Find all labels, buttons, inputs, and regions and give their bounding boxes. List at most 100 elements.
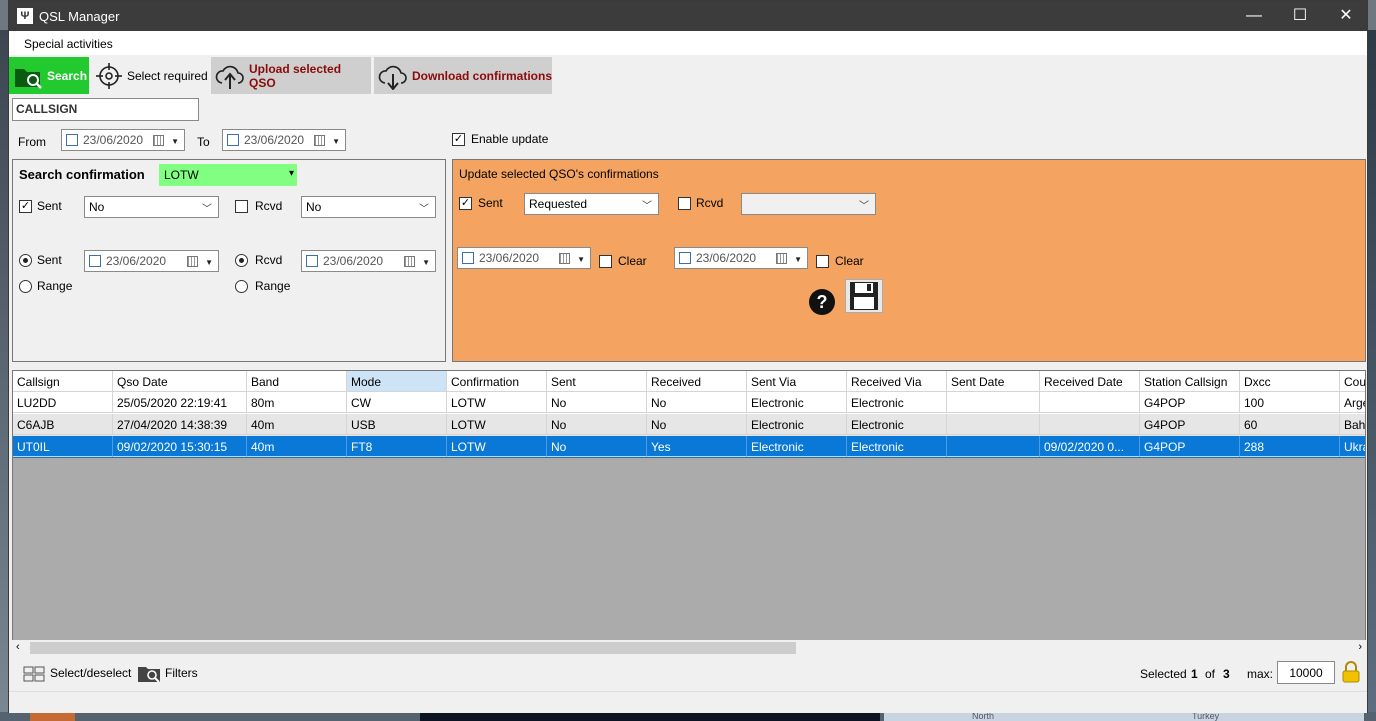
table-cell[interactable]: UT0IL <box>13 436 113 457</box>
select-deselect-button[interactable]: Select/deselect <box>50 666 131 680</box>
column-header[interactable]: Dxcc <box>1240 371 1340 392</box>
table-cell[interactable]: 80m <box>247 392 347 413</box>
table-cell[interactable] <box>1040 392 1140 413</box>
table-cell[interactable]: No <box>647 414 747 435</box>
table-cell[interactable]: 25/05/2020 22:19:41 <box>113 392 247 413</box>
update-sent-date-picker[interactable]: 23/06/2020 ▼ <box>457 247 591 269</box>
scrollbar-thumb[interactable] <box>30 642 796 654</box>
scroll-left-icon[interactable]: ‹ <box>16 641 20 653</box>
table-cell[interactable]: C6AJB <box>13 414 113 435</box>
maximize-button[interactable]: ☐ <box>1277 1 1323 31</box>
table-cell[interactable]: LOTW <box>447 392 547 413</box>
clear-rcvd-checkbox[interactable] <box>816 255 829 268</box>
scroll-right-icon[interactable]: › <box>1358 641 1362 653</box>
search-sent-date-picker[interactable]: 23/06/2020 ▼ <box>84 250 219 272</box>
download-confirmations-button[interactable]: Download confirmations <box>374 57 552 94</box>
column-header[interactable]: Received Via <box>847 371 947 392</box>
table-cell[interactable]: Electronic <box>847 436 947 457</box>
folder-search-icon[interactable] <box>137 663 161 683</box>
search-rcvd-checkbox[interactable] <box>235 200 248 213</box>
table-cell[interactable]: Electronic <box>847 414 947 435</box>
service-select[interactable]: LOTW ▾ <box>159 164 297 186</box>
radio-sent[interactable] <box>19 254 32 267</box>
column-header[interactable]: Sent Date <box>947 371 1040 392</box>
table-cell[interactable]: CW <box>347 392 447 413</box>
enable-update-checkbox[interactable]: ✓ <box>452 133 465 146</box>
table-cell[interactable]: Electronic <box>747 414 847 435</box>
column-header[interactable]: Band <box>247 371 347 392</box>
table-cell[interactable]: LU2DD <box>13 392 113 413</box>
table-cell[interactable]: Yes <box>647 436 747 457</box>
table-cell[interactable]: USB <box>347 414 447 435</box>
table-cell[interactable] <box>947 392 1040 413</box>
to-date-picker[interactable]: 23/06/2020 ▼ <box>222 129 346 151</box>
column-header[interactable]: Sent <box>547 371 647 392</box>
title-bar[interactable]: Ψ QSL Manager — ☐ ✕ <box>9 1 1367 31</box>
close-button[interactable]: ✕ <box>1323 1 1369 31</box>
search-sent-select[interactable]: No ﹀ <box>84 196 219 218</box>
table-row[interactable]: UT0IL 09/02/2020 15:30:15 40m FT8 LOTW No Yes E… <box>13 436 1365 458</box>
minimize-button[interactable]: — <box>1231 1 1277 31</box>
table-cell[interactable]: 288 <box>1240 436 1340 457</box>
to-date-checkbox[interactable] <box>227 134 239 146</box>
update-rcvd-checkbox[interactable] <box>678 197 691 210</box>
help-icon[interactable]: ? <box>809 289 835 315</box>
search-sent-date-checkbox[interactable] <box>89 255 101 267</box>
table-cell[interactable]: No <box>547 414 647 435</box>
update-rcvd-date-checkbox[interactable] <box>679 252 691 264</box>
table-cell[interactable]: 09/02/2020 15:30:15 <box>113 436 247 457</box>
table-cell[interactable]: 100 <box>1240 392 1340 413</box>
column-header[interactable]: Qso Date <box>113 371 247 392</box>
table-cell[interactable]: 40m <box>247 436 347 457</box>
search-rcvd-date-checkbox[interactable] <box>306 255 318 267</box>
table-cell[interactable] <box>947 436 1040 457</box>
table-cell[interactable]: 27/04/2020 14:38:39 <box>113 414 247 435</box>
table-cell[interactable]: 40m <box>247 414 347 435</box>
table-cell[interactable]: G4POP <box>1140 436 1240 457</box>
table-cell[interactable] <box>947 414 1040 435</box>
table-cell[interactable]: Electronic <box>747 392 847 413</box>
column-header[interactable]: Mode <box>347 371 447 392</box>
max-input[interactable]: 10000 <box>1277 661 1335 684</box>
table-cell[interactable]: LOTW <box>447 414 547 435</box>
update-sent-checkbox[interactable]: ✓ <box>459 197 472 210</box>
menu-special-activities[interactable]: Special activities <box>24 37 113 51</box>
clear-sent-checkbox[interactable] <box>599 255 612 268</box>
column-header[interactable]: Confirmation <box>447 371 547 392</box>
filters-button[interactable]: Filters <box>165 666 198 680</box>
select-required-button[interactable]: Select required <box>91 57 211 94</box>
from-date-checkbox[interactable] <box>66 134 78 146</box>
table-cell[interactable]: No <box>547 392 647 413</box>
table-cell[interactable]: Electronic <box>847 392 947 413</box>
save-button[interactable] <box>845 279 883 313</box>
column-header[interactable]: Station Callsign <box>1140 371 1240 392</box>
from-date-picker[interactable]: 23/06/2020 ▼ <box>61 129 185 151</box>
table-cell[interactable]: G4POP <box>1140 392 1240 413</box>
update-rcvd-select[interactable]: ﹀ <box>741 193 876 215</box>
grid-select-icon[interactable] <box>23 666 45 682</box>
table-cell[interactable]: No <box>647 392 747 413</box>
table-cell[interactable]: FT8 <box>347 436 447 457</box>
table-cell[interactable] <box>1040 414 1140 435</box>
table-cell[interactable]: 09/02/2020 0... <box>1040 436 1140 457</box>
column-header[interactable]: Sent Via <box>747 371 847 392</box>
table-row[interactable]: C6AJB 27/04/2020 14:38:39 40m USB LOTW No No El… <box>13 414 1365 436</box>
column-header[interactable]: Callsign <box>13 371 113 392</box>
column-header[interactable]: Cou <box>1340 371 1365 392</box>
search-sent-checkbox[interactable]: ✓ <box>19 200 32 213</box>
upload-selected-qso-button[interactable]: Upload selected QSO <box>211 57 371 94</box>
table-cell[interactable]: G4POP <box>1140 414 1240 435</box>
column-header[interactable]: Received Date <box>1040 371 1140 392</box>
table-cell[interactable]: LOTW <box>447 436 547 457</box>
radio-range-rcvd[interactable] <box>235 280 248 293</box>
callsign-input[interactable]: CALLSIGN <box>12 98 199 121</box>
table-cell[interactable]: Bah <box>1340 414 1365 435</box>
horizontal-scrollbar[interactable]: ‹ › <box>12 640 1366 656</box>
lock-icon[interactable] <box>1342 661 1360 683</box>
table-row[interactable]: LU2DD 25/05/2020 22:19:41 80m CW LOTW No No Ele… <box>13 392 1365 414</box>
table-cell[interactable]: Arge <box>1340 392 1365 413</box>
update-sent-date-checkbox[interactable] <box>462 252 474 264</box>
radio-range[interactable] <box>19 280 32 293</box>
search-rcvd-date-picker[interactable]: 23/06/2020 ▼ <box>301 250 436 272</box>
search-rcvd-select[interactable]: No ﹀ <box>301 196 436 218</box>
